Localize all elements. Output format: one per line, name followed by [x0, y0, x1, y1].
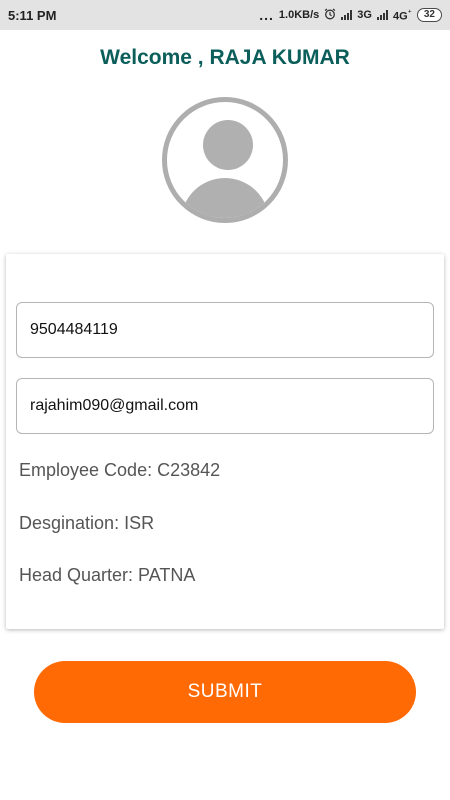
submit-button[interactable]: SUBMIT — [34, 661, 416, 723]
user-placeholder-icon[interactable] — [162, 97, 288, 223]
signal-icon-2 — [376, 10, 388, 20]
welcome-title: Welcome , RAJA KUMAR — [100, 46, 350, 69]
status-icons: ... 1.0KB/s 3G 4G⁺ 32 — [259, 8, 442, 23]
email-field[interactable] — [16, 378, 434, 434]
alarm-clock-icon — [324, 8, 336, 23]
status-bar: 5:11 PM ... 1.0KB/s 3G 4G⁺ 32 — [0, 0, 450, 30]
signal-icon-1 — [341, 10, 353, 20]
profile-card: Employee Code: C23842 Desgination: ISR H… — [6, 254, 444, 629]
status-time: 5:11 PM — [8, 7, 57, 23]
network-type-1: 3G — [357, 9, 372, 21]
phone-field[interactable] — [16, 302, 434, 358]
avatar-body — [181, 178, 269, 218]
avatar-head — [203, 120, 253, 170]
head-quarter-label: Head Quarter: PATNA — [19, 565, 196, 585]
employee-code-label: Employee Code: C23842 — [19, 460, 221, 480]
battery-icon: 32 — [416, 8, 442, 22]
net-speed: 1.0KB/s — [278, 9, 320, 21]
network-type-2-sub: ⁺ — [407, 7, 412, 17]
designation-label: Desgination: ISR — [19, 513, 155, 533]
network-type-2: 4G⁺ — [392, 7, 412, 23]
overflow-dots-icon: ... — [259, 7, 274, 23]
